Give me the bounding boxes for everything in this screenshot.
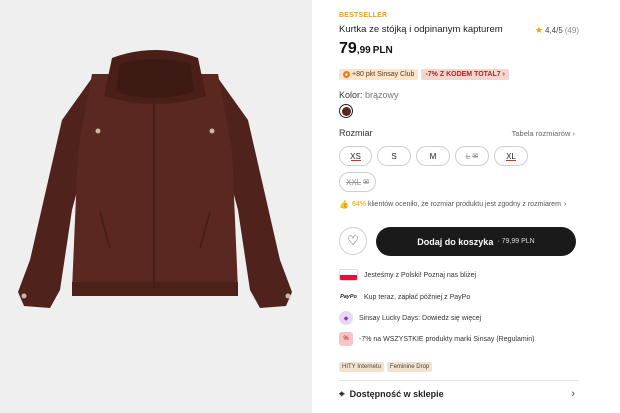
product-image-gallery[interactable] <box>0 0 312 413</box>
club-points-badge: ● +80 pkt Sinsay Club <box>339 69 419 80</box>
star-icon: ★ <box>534 25 543 35</box>
size-table-label: Tabela rozmiarów <box>511 129 571 138</box>
color-label-row: Kolor: brązowy <box>339 90 399 100</box>
store-availability-label: Dostępność w sklepie <box>349 389 444 399</box>
size-fit-info[interactable]: 👍 64% klientów oceniło, że rozmiar produ… <box>339 200 566 209</box>
price-decimals: ,99 <box>356 45 371 56</box>
thumbs-up-icon: 👍 <box>339 200 349 209</box>
size-option-xxl[interactable]: XXL ✉ <box>339 172 376 192</box>
store-availability-row[interactable]: ⌖ Dostępność w sklepie › <box>339 388 575 400</box>
location-pin-icon: ⌖ <box>339 388 345 400</box>
bestseller-badge: BESTSELLER <box>339 12 388 19</box>
size-option-m[interactable]: M <box>416 146 450 166</box>
product-image <box>0 0 312 413</box>
benefit-paypo[interactable]: PayPo Kup teraz, zapłać później z PayPo <box>339 290 470 304</box>
product-price: 79,99 PLN <box>339 40 393 58</box>
benefit-lucky-days[interactable]: ◆ Sinsay Lucky Days: Dowiedz się więcej <box>339 311 481 325</box>
notify-mail-icon: ✉ <box>363 179 369 186</box>
benefit-label: Kup teraz, zapłać później z PayPo <box>364 293 471 301</box>
wishlist-button[interactable]: ♡ <box>339 227 367 255</box>
benefit-polish-brand[interactable]: Jesteśmy z Polski! Poznaj nas bliżej <box>339 268 476 282</box>
discount-tag-icon: % <box>339 332 353 346</box>
product-tags: HITY Internetu Feminine Drop <box>339 362 433 372</box>
tag-feminine-drop[interactable]: Feminine Drop <box>386 362 433 372</box>
size-l-label: L <box>465 151 471 161</box>
low-stock-indicator <box>350 160 361 161</box>
fit-text: klientów oceniło, że rozmiar produktu je… <box>367 201 561 208</box>
add-to-cart-label: Dodaj do koszyka <box>417 236 494 247</box>
color-value: brązowy <box>365 90 399 100</box>
price-currency: PLN <box>372 45 393 56</box>
price-main: 79 <box>339 40 357 57</box>
size-table-link[interactable]: Tabela rozmiarów › <box>512 129 575 138</box>
add-to-cart-price: · 79,99 PLN <box>497 238 535 245</box>
add-to-cart-button[interactable]: Dodaj do koszyka · 79,99 PLN <box>376 227 576 256</box>
lucky-days-icon: ◆ <box>339 311 353 325</box>
club-points-label: +80 pkt Sinsay Club <box>352 71 415 78</box>
size-option-s[interactable]: S <box>377 146 411 166</box>
rating-count: (49) <box>564 26 579 35</box>
chevron-right-icon: › <box>572 129 576 138</box>
chevron-right-icon: › <box>563 201 567 208</box>
size-label: Rozmiar <box>339 128 373 138</box>
discount-code-label: -7% Z KODEM TOTAL7 <box>425 71 501 78</box>
benefit-label: Jesteśmy z Polski! Poznaj nas bliżej <box>364 271 477 279</box>
polish-flag-icon <box>339 269 358 281</box>
swatch-fill <box>341 106 351 116</box>
notify-mail-icon: ✉ <box>472 153 479 160</box>
benefit-discount[interactable]: % -7% na WSZYSTKIE produkty marki Sinsay… <box>339 332 534 346</box>
club-icon: ● <box>343 71 350 78</box>
chevron-right-icon: › <box>502 71 505 78</box>
size-option-l[interactable]: L ✉ <box>455 146 489 166</box>
size-option-xl[interactable]: XL <box>494 146 528 166</box>
low-stock-indicator <box>506 160 516 161</box>
product-rating[interactable]: ★ 4,4/5 (49) <box>535 25 579 36</box>
size-xxl-label: XXL <box>346 177 362 187</box>
color-swatch-brown[interactable] <box>339 104 353 118</box>
size-option-xs[interactable]: XS <box>339 146 372 166</box>
product-title: Kurtka ze stójką i odpinanym kapturem <box>339 24 503 35</box>
divider <box>339 380 579 381</box>
discount-code-badge[interactable]: -7% Z KODEM TOTAL7 › <box>421 69 509 80</box>
fit-percentage: 64% <box>351 201 366 208</box>
promo-badges: ● +80 pkt Sinsay Club -7% Z KODEM TOTAL7… <box>339 69 509 80</box>
benefit-label: Sinsay Lucky Days: Dowiedz się więcej <box>359 314 482 322</box>
heart-icon: ♡ <box>347 233 359 248</box>
chevron-right-icon: › <box>571 388 575 400</box>
tag-hity-internetu[interactable]: HITY Internetu <box>339 362 384 372</box>
product-info-panel: BESTSELLER Kurtka ze stójką i odpinanym … <box>339 0 579 413</box>
benefit-label: -7% na WSZYSTKIE produkty marki Sinsay (… <box>359 335 535 343</box>
color-label: Kolor: <box>339 90 363 100</box>
rating-value: 4,4/5 <box>544 26 563 35</box>
size-m-label: M <box>429 151 437 161</box>
paypo-icon: PayPo <box>340 294 357 300</box>
size-s-label: S <box>391 151 397 161</box>
